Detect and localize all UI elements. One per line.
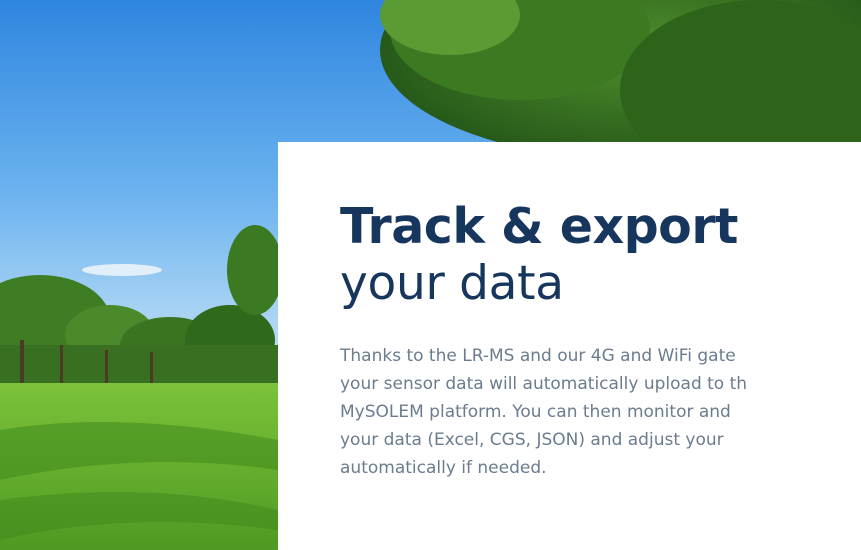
body-line: automatically if needed.	[340, 458, 547, 478]
body-line: your data (Excel, CGS, JSON) and adjust …	[340, 430, 724, 450]
headline-light: your data	[340, 256, 564, 311]
body-line: MySOLEM platform. You can then monitor a…	[340, 402, 731, 422]
body-line: Thanks to the LR-MS and our 4G and WiFi …	[340, 346, 736, 366]
body-line: your sensor data will automatically uplo…	[340, 374, 748, 394]
body-paragraph: Thanks to the LR-MS and our 4G and WiFi …	[340, 342, 861, 482]
content-card: Track & export your data Thanks to the L…	[278, 142, 861, 550]
page: Track & export your data Thanks to the L…	[0, 0, 861, 550]
headline-bold: Track & export	[340, 198, 738, 255]
